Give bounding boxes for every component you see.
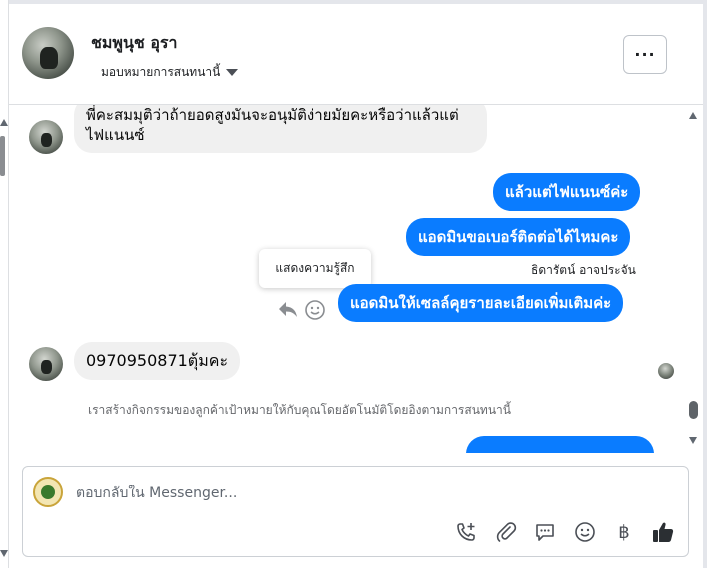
reaction-tooltip: แสดงความรู้สึก: [259, 249, 371, 288]
window-right-border: [703, 0, 707, 568]
reaction-smile-icon[interactable]: [304, 299, 326, 325]
reply-composer: ฿: [22, 466, 689, 557]
outgoing-message-partial[interactable]: [466, 436, 654, 453]
contact-avatar-small: [29, 347, 63, 381]
left-scroll-up-arrow[interactable]: [0, 119, 8, 126]
more-icon: ···: [634, 45, 656, 64]
outgoing-message[interactable]: แล้วแต่ไฟแนนซ์ค่ะ: [493, 173, 641, 211]
seen-indicator-avatar: [658, 363, 674, 379]
conversation-header: ชมพูนุช อุรา มอบหมายการสนทนานี้ ···: [9, 4, 703, 105]
system-notice: เราสร้างกิจกรรมของลูกค้าเป้าหมายให้กับคุ…: [88, 403, 511, 417]
contact-name[interactable]: ชมพูนุช อุรา: [91, 31, 178, 56]
scroll-up-arrow[interactable]: [689, 112, 697, 119]
chat-scrollbar[interactable]: [684, 105, 703, 453]
outgoing-message[interactable]: แอดมินขอเบอร์ติดต่อได้ไหมคะ: [406, 218, 631, 256]
contact-avatar[interactable]: [22, 27, 74, 79]
left-scroll-gutter: [0, 0, 9, 568]
reply-input[interactable]: [76, 485, 636, 501]
scroll-down-arrow[interactable]: [689, 437, 697, 444]
emoji-icon[interactable]: [573, 520, 597, 544]
incoming-message[interactable]: 0970950871ตุ้มคะ: [74, 342, 241, 380]
like-icon[interactable]: [651, 520, 675, 544]
assign-conversation-label: มอบหมายการสนทนานี้: [101, 65, 221, 79]
page-avatar: [33, 477, 63, 507]
more-options-button[interactable]: ···: [623, 35, 667, 74]
message-list[interactable]: พี่คะสมมุติว่าถ้ายอดสูงมันจะอนุมัติง่ายม…: [9, 105, 683, 453]
outgoing-message[interactable]: แอดมินให้เซลล์คุยรายละเอียดเพิ่มเติมค่ะ: [338, 284, 624, 322]
reply-icon[interactable]: [277, 299, 299, 323]
assign-conversation-dropdown[interactable]: มอบหมายการสนทนานี้: [101, 63, 239, 82]
baht-icon[interactable]: ฿: [612, 520, 636, 544]
left-scroll-down-arrow[interactable]: [0, 550, 8, 557]
contact-avatar-small: [29, 120, 63, 154]
scroll-thumb[interactable]: [689, 401, 698, 419]
caret-down-icon: [226, 69, 239, 76]
sender-name: ธิดารัตน์ อาจประจัน: [531, 263, 636, 277]
incoming-message[interactable]: พี่คะสมมุติว่าถ้ายอดสูงมันจะอนุมัติง่ายม…: [74, 105, 487, 153]
left-scroll-thumb[interactable]: [0, 136, 5, 176]
saved-reply-icon[interactable]: [533, 520, 557, 544]
attach-icon[interactable]: [494, 520, 518, 544]
call-add-icon[interactable]: [454, 520, 478, 544]
